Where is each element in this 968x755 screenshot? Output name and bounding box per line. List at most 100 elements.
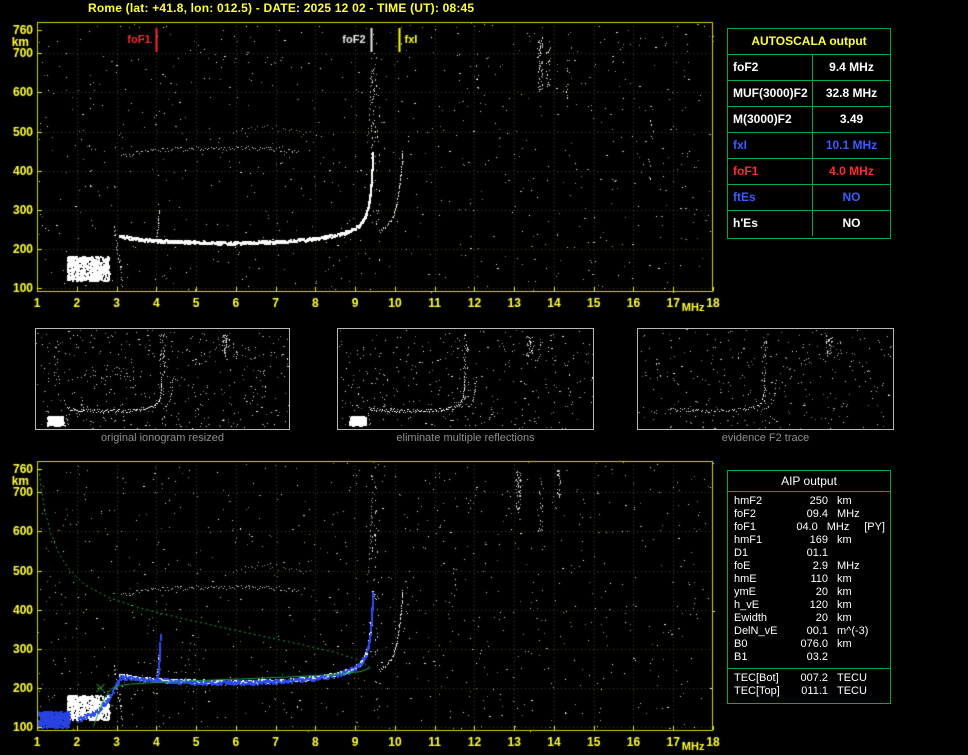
autoscala-row-value: 10.1 MHz xyxy=(825,138,878,152)
aip-unit: km xyxy=(837,495,852,507)
aip-label: foF2 xyxy=(734,508,757,520)
autoscala-row-foF1: foF1 4.0 MHz xyxy=(728,159,890,185)
aip-row-hmF1: hmF1 169 km xyxy=(728,534,890,547)
autoscala-row-foF2: foF2 9.4 MHz xyxy=(728,55,890,81)
aip-value: 04.0 xyxy=(796,521,818,533)
aip-label: B1 xyxy=(734,651,748,663)
aip-label: hmF2 xyxy=(734,495,763,507)
aip-extra xyxy=(879,534,890,547)
aip-extra xyxy=(879,685,890,698)
aip-unit: m^(-3) xyxy=(837,625,869,637)
aip-label: D1 xyxy=(734,547,749,559)
autoscala-row-value: NO xyxy=(842,216,861,230)
thumbnail-evidence-f2 xyxy=(637,328,894,430)
autoscala-row-value: 32.8 MHz xyxy=(825,86,878,100)
aip-row-h_vE: h_vE 120 km xyxy=(728,599,890,612)
aip-value: 169 xyxy=(809,534,828,546)
autoscala-table-title: AUTOSCALA output xyxy=(728,29,890,55)
aip-row-B0: B0 076.0 km xyxy=(728,638,890,651)
aip-row-D1: D1 01.1 xyxy=(728,547,890,560)
aip-extra xyxy=(879,495,890,508)
aip-value: 076.0 xyxy=(800,638,828,650)
thumbnail-evidence-canvas xyxy=(637,328,894,430)
autoscala-row-value: NO xyxy=(842,190,861,204)
aip-value: 00.1 xyxy=(806,625,828,637)
aip-extra xyxy=(879,547,890,560)
aip-extra xyxy=(879,651,890,664)
aip-value: 01.1 xyxy=(806,547,828,559)
autoscala-row-value: 4.0 MHz xyxy=(829,164,874,178)
aip-value: 011.1 xyxy=(801,685,828,697)
thumbnail-original-ionogram xyxy=(35,328,290,430)
aip-table-rows: hmF2 250 km foF2 09.4 MHz foF1 04.0 MHz [PY] hmF1 1… xyxy=(728,492,890,664)
autoscala-row-label: M(3000)F2 xyxy=(728,107,813,132)
aip-value: 09.4 xyxy=(806,508,828,520)
aip-value: 120 xyxy=(809,599,828,611)
aip-unit: TECU xyxy=(837,672,867,684)
autoscala-table-rows: foF2 9.4 MHz MUF(3000)F2 32.8 MHz M(3000)F2 3… xyxy=(728,55,890,236)
autoscala-row-label: foF2 xyxy=(728,55,813,80)
aip-extra xyxy=(879,638,890,651)
aip-output-table: AIP output hmF2 250 km foF2 09.4 MHz foF1 04.0 M… xyxy=(727,470,891,704)
thumbnail-eliminate-canvas xyxy=(337,328,594,430)
aip-value: 250 xyxy=(809,495,828,507)
aip-unit xyxy=(828,547,879,560)
aip-unit: MHz xyxy=(837,560,860,572)
aip-unit: km xyxy=(837,534,852,546)
thumbnail-eliminate-reflections xyxy=(337,328,594,430)
autoscala-row-M(3000)F2: M(3000)F2 3.49 xyxy=(728,107,890,133)
aip-label: DelN_vE xyxy=(734,625,778,637)
aip-value: 20 xyxy=(815,586,828,598)
autoscala-row-label: MUF(3000)F2 xyxy=(728,81,813,106)
autoscala-row-fxI: fxI 10.1 MHz xyxy=(728,133,890,159)
autoscala-row-MUF(3000)F2: MUF(3000)F2 32.8 MHz xyxy=(728,81,890,107)
aip-row-DelN_vE: DelN_vE 00.1 m^(-3) xyxy=(728,625,890,638)
aip-extra xyxy=(879,672,890,685)
aip-unit: km xyxy=(837,573,852,585)
autoscala-row-value: 9.4 MHz xyxy=(829,60,874,74)
aip-extra xyxy=(879,625,890,638)
aip-table-title: AIP output xyxy=(728,471,890,492)
aip-unit: TECU xyxy=(837,685,867,697)
top-ionogram-plot xyxy=(0,16,726,316)
autoscala-output-table: AUTOSCALA output foF2 9.4 MHz MUF(3000)F2 3… xyxy=(727,28,891,239)
aip-label: TEC[Top] xyxy=(734,685,780,697)
autoscala-row-ftEs: ftEs NO xyxy=(728,185,890,211)
aip-extra xyxy=(879,560,890,573)
aip-value: 03.2 xyxy=(806,651,828,663)
aip-value: 2.9 xyxy=(812,560,828,572)
aip-label: ymE xyxy=(734,586,756,598)
aip-row-TEC[Top]: TEC[Top] 011.1 TECU xyxy=(728,685,890,698)
autoscala-row-h'Es: h'Es NO xyxy=(728,211,890,236)
aip-label: hmF1 xyxy=(734,534,763,546)
aip-row-foF1: foF1 04.0 MHz [PY] xyxy=(728,521,890,534)
thumbnail-caption-original: original ionogram resized xyxy=(101,432,224,444)
autoscala-row-value: 3.49 xyxy=(839,112,864,126)
aip-label: hmE xyxy=(734,573,757,585)
aip-row-B1: B1 03.2 xyxy=(728,651,890,664)
aip-row-hmF2: hmF2 250 km xyxy=(728,495,890,508)
aip-label: foE xyxy=(734,560,751,572)
autoscala-row-label: ftEs xyxy=(728,185,813,210)
aip-row-foE: foE 2.9 MHz xyxy=(728,560,890,573)
aip-row-TEC[Bot]: TEC[Bot] 007.2 TECU xyxy=(728,672,890,685)
aip-value: 110 xyxy=(810,573,828,585)
bottom-ionogram-plot xyxy=(0,455,726,755)
aip-extra: [PY] xyxy=(864,521,885,533)
aip-tec-rows: TEC[Bot] 007.2 TECU TEC[Top] 011.1 TECU xyxy=(728,668,890,698)
aip-row-Ewidth: Ewidth 20 km xyxy=(728,612,890,625)
aip-unit: km xyxy=(837,599,852,611)
aip-label: B0 xyxy=(734,638,748,650)
aip-value: 007.2 xyxy=(800,672,828,684)
aip-unit xyxy=(828,651,879,664)
thumbnail-original-canvas xyxy=(35,328,290,430)
autoscala-row-label: foF1 xyxy=(728,159,813,184)
aip-unit: km xyxy=(837,638,852,650)
aip-extra xyxy=(879,573,890,586)
aip-label: h_vE xyxy=(734,599,760,611)
aip-label: foF1 xyxy=(734,521,757,533)
aip-extra xyxy=(879,612,890,625)
aip-extra xyxy=(879,599,890,612)
aip-row-ymE: ymE 20 km xyxy=(728,586,890,599)
aip-row-foF2: foF2 09.4 MHz xyxy=(728,508,890,521)
